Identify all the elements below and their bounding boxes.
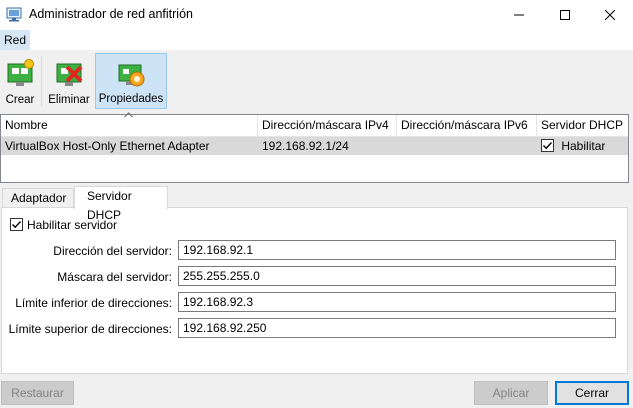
- column-header-dhcp[interactable]: Servidor DHCP: [537, 115, 629, 136]
- tab-servidor-dhcp[interactable]: Servidor DHCP: [74, 186, 168, 222]
- network-name: VirtualBox Host-Only Ethernet Adapter: [5, 139, 210, 153]
- delete-button[interactable]: Eliminar: [46, 53, 92, 109]
- menu-bar: Red: [0, 30, 633, 50]
- upper-bound-field[interactable]: [178, 318, 616, 338]
- network-ipv4: 192.168.92.1/24: [262, 139, 349, 153]
- server-address-label: Dirección del servidor:: [53, 244, 172, 258]
- title-bar: Administrador de red anfitrión: [0, 0, 633, 30]
- checkmark-icon: [543, 142, 553, 150]
- host-network-list[interactable]: Nombre Dirección/máscara IPv4 Dirección/…: [0, 112, 629, 183]
- properties-icon: [118, 64, 145, 87]
- toolbar-separator: [41, 56, 42, 106]
- tab-bar: Adaptador Servidor DHCP: [0, 186, 633, 222]
- dhcp-checkbox[interactable]: [541, 139, 554, 152]
- column-header-name[interactable]: Nombre: [1, 115, 258, 136]
- column-header-ipv4[interactable]: Dirección/máscara IPv4: [258, 115, 397, 136]
- dhcp-server-panel: [1, 207, 628, 374]
- window-title: Administrador de red anfitrión: [29, 7, 193, 21]
- enable-server-checkbox[interactable]: [10, 218, 23, 231]
- checkmark-icon: [12, 221, 22, 229]
- toolbar: Crear Eliminar Propiedades: [0, 50, 633, 112]
- create-button[interactable]: Crear: [2, 53, 38, 109]
- server-mask-field[interactable]: [178, 266, 616, 286]
- delete-label: Eliminar: [48, 94, 90, 106]
- server-address-field[interactable]: [178, 240, 616, 260]
- network-manager-icon: [6, 7, 22, 22]
- upper-bound-label: Límite superior de direcciones:: [8, 322, 172, 336]
- network-dhcp: Habilitar: [537, 137, 605, 155]
- properties-button[interactable]: Propiedades: [95, 53, 167, 109]
- close-window-button[interactable]: [587, 0, 633, 30]
- list-header: Nombre Dirección/máscara IPv4 Dirección/…: [1, 112, 629, 137]
- dhcp-checkbox-label: Habilitar: [561, 139, 606, 153]
- lower-bound-field[interactable]: [178, 292, 616, 312]
- network-ipv6: [397, 137, 401, 155]
- close-icon: [605, 10, 615, 20]
- menu-red[interactable]: Red: [0, 30, 31, 50]
- table-row[interactable]: VirtualBox Host-Only Ethernet Adapter 19…: [1, 137, 628, 155]
- maximize-button[interactable]: [542, 0, 588, 30]
- create-network-icon: [7, 59, 34, 86]
- lower-bound-label: Límite inferior de direcciones:: [15, 296, 172, 310]
- apply-button[interactable]: Aplicar: [474, 381, 548, 405]
- server-mask-label: Máscara del servidor:: [57, 270, 172, 284]
- reset-button[interactable]: Restaurar: [1, 381, 74, 405]
- delete-network-icon: [56, 63, 83, 86]
- create-label: Crear: [5, 94, 35, 106]
- tab-adaptador[interactable]: Adaptador: [2, 188, 74, 208]
- close-button[interactable]: Cerrar: [555, 381, 629, 405]
- minimize-icon: [514, 14, 524, 16]
- maximize-icon: [560, 10, 570, 20]
- column-header-ipv6[interactable]: Dirección/máscara IPv6: [397, 115, 537, 136]
- minimize-button[interactable]: [496, 0, 542, 30]
- properties-label: Propiedades: [98, 93, 164, 105]
